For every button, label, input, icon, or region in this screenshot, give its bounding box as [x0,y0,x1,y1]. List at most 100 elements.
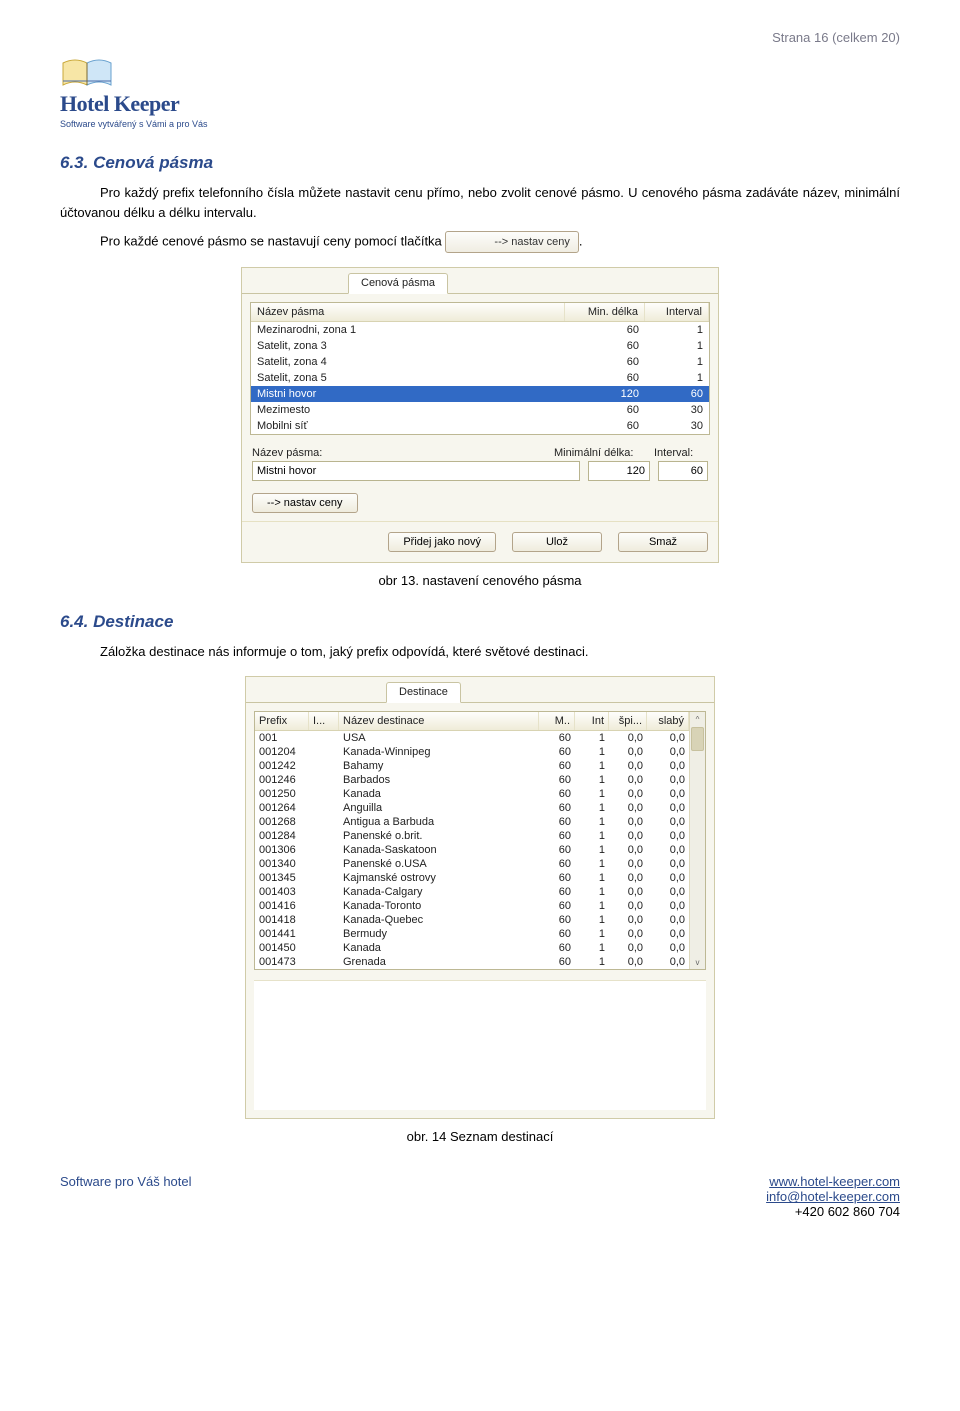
col-slaby[interactable]: slabý [647,712,689,730]
footer-link-web[interactable]: www.hotel-keeper.com [769,1174,900,1189]
nastav-ceny-button[interactable]: --> nastav ceny [252,493,358,513]
cell-min: 60 [565,418,645,434]
cell-name: Panenské o.brit. [339,829,539,843]
cell-spicka: 0,0 [609,787,647,801]
table-row[interactable]: 001284Panenské o.brit.6010,00,0 [255,829,689,843]
cell-int: 1 [575,871,609,885]
cell-m: 60 [539,941,575,955]
cell-slaby: 0,0 [647,899,689,913]
table-row[interactable]: 001345Kajmanské ostrovy6010,00,0 [255,871,689,885]
brand-tagline: Software vytvářený s Vámi a pro Vás [60,119,208,129]
cell-slaby: 0,0 [647,787,689,801]
cell-slaby: 0,0 [647,745,689,759]
cell-min: 60 [565,370,645,386]
table-row[interactable]: 001441Bermudy6010,00,0 [255,927,689,941]
col-int[interactable]: Int [575,712,609,730]
footer-link-mail[interactable]: info@hotel-keeper.com [766,1189,900,1204]
table-row[interactable]: 001418Kanada-Quebec6010,00,0 [255,913,689,927]
cell-prefix: 001250 [255,787,309,801]
brand-logo: Hotel Keeper Software vytvářený s Vámi a… [60,51,900,129]
cell-int: 1 [575,787,609,801]
table-row[interactable]: 001450Kanada6010,00,0 [255,941,689,955]
tab-destinace[interactable]: Destinace [386,682,461,703]
input-interval[interactable] [658,461,708,481]
cell-int: 1 [575,857,609,871]
cell-min: 60 [565,402,645,418]
table-row[interactable]: Mistni hovor12060 [251,386,709,402]
cell-prefix: 001242 [255,759,309,773]
cell-spicka: 0,0 [609,955,647,969]
table-row[interactable]: 001306Kanada-Saskatoon6010,00,0 [255,843,689,857]
cell-m: 60 [539,857,575,871]
cell-int: 1 [575,885,609,899]
cell-int: 1 [575,759,609,773]
table-row[interactable]: 001242Bahamy6010,00,0 [255,759,689,773]
table-row[interactable]: Satelit, zona 4601 [251,354,709,370]
uloz-button[interactable]: Ulož [512,532,602,552]
table-row[interactable]: 001204Kanada-Winnipeg6010,00,0 [255,745,689,759]
table-row[interactable]: Mezimesto6030 [251,402,709,418]
table-row[interactable]: 001264Anguilla6010,00,0 [255,801,689,815]
cell-int: 1 [575,843,609,857]
cell-prefix: 001306 [255,843,309,857]
input-nazev-pasma[interactable] [252,461,580,481]
cell-m: 60 [539,927,575,941]
cell-int: 60 [645,386,709,402]
table-row[interactable]: Mezinarodni, zona 1601 [251,322,709,338]
cell-m: 60 [539,913,575,927]
scroll-thumb[interactable] [691,727,704,751]
col-m[interactable]: M.. [539,712,575,730]
table-row[interactable]: 001403Kanada-Calgary6010,00,0 [255,885,689,899]
pridej-jako-novy-button[interactable]: Přidej jako nový [388,532,496,552]
table-row[interactable]: 001USA6010,00,0 [255,731,689,745]
cell-prefix: 001403 [255,885,309,899]
scroll-up-icon[interactable]: ^ [690,712,705,726]
table-row[interactable]: 001473Grenada6010,00,0 [255,955,689,969]
table-row[interactable]: 001340Panenské o.USA6010,00,0 [255,857,689,871]
footer-phone: +420 602 860 704 [795,1204,900,1219]
col-prefix[interactable]: Prefix [255,712,309,730]
cell-i [309,857,339,871]
cell-prefix: 001441 [255,927,309,941]
cell-int: 1 [645,338,709,354]
cell-m: 60 [539,801,575,815]
pasma-table: Název pásma Min. délka Interval Mezinaro… [250,302,710,435]
col-nazev-destinace[interactable]: Název destinace [339,712,539,730]
cell-min: 60 [565,354,645,370]
cell-slaby: 0,0 [647,871,689,885]
table-row[interactable]: Satelit, zona 3601 [251,338,709,354]
cell-slaby: 0,0 [647,843,689,857]
col-nazev-pasma[interactable]: Název pásma [251,303,565,321]
cell-slaby: 0,0 [647,773,689,787]
scroll-down-icon[interactable]: v [690,955,705,969]
footer-left: Software pro Váš hotel [60,1174,192,1219]
table-row[interactable]: Satelit, zona 5601 [251,370,709,386]
col-i[interactable]: I... [309,712,339,730]
cell-name: Antigua a Barbuda [339,815,539,829]
cell-prefix: 001 [255,731,309,745]
table-row[interactable]: 001268Antigua a Barbuda6010,00,0 [255,815,689,829]
col-interval[interactable]: Interval [645,303,709,321]
vertical-scrollbar[interactable]: ^ v [689,712,705,969]
table-row[interactable]: Mobilni síť6030 [251,418,709,434]
cell-spicka: 0,0 [609,731,647,745]
cell-i [309,871,339,885]
cell-m: 60 [539,871,575,885]
smaz-button[interactable]: Smaž [618,532,708,552]
table-row[interactable]: 001246Barbados6010,00,0 [255,773,689,787]
cell-m: 60 [539,829,575,843]
cell-spicka: 0,0 [609,843,647,857]
table-row[interactable]: 001250Kanada6010,00,0 [255,787,689,801]
page-number: Strana 16 (celkem 20) [60,30,900,45]
cell-name: Kanada-Saskatoon [339,843,539,857]
cell-spicka: 0,0 [609,913,647,927]
col-spicka[interactable]: špi... [609,712,647,730]
cenova-pasma-panel: Cenová pásma Název pásma Min. délka Inte… [241,267,719,563]
input-min-delka[interactable] [588,461,650,481]
destinace-detail-area [254,980,706,1110]
heading-63: 6.3. Cenová pásma [60,153,900,173]
table-row[interactable]: 001416Kanada-Toronto6010,00,0 [255,899,689,913]
page-footer: Software pro Váš hotel www.hotel-keeper.… [60,1174,900,1219]
col-min-delka[interactable]: Min. délka [565,303,645,321]
tab-cenova-pasma[interactable]: Cenová pásma [348,273,448,294]
